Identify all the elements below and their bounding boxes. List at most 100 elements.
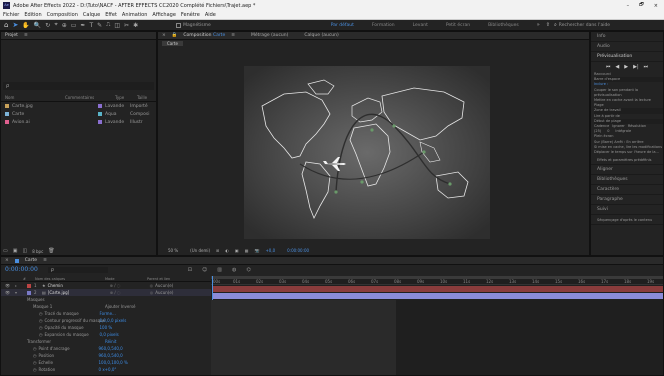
close-tab-icon[interactable]: × — [162, 33, 166, 38]
home-icon[interactable]: ⌂ — [4, 21, 8, 29]
col-name[interactable]: Nom — [5, 95, 65, 100]
puppet-tool-icon[interactable]: ✱ — [133, 22, 138, 29]
prop-row[interactable]: ◷ Expansion du masque 0,0 pixels — [1, 331, 211, 338]
eraser-tool-icon[interactable]: ◫ — [114, 22, 120, 29]
tracker-panel[interactable]: Suivi — [591, 205, 663, 216]
graph-editor-icon[interactable]: ⌬ — [246, 267, 250, 273]
ws-default[interactable]: Par défaut — [331, 23, 354, 28]
keyframe-area[interactable] — [211, 300, 396, 375]
layer-name[interactable]: Chemin — [48, 283, 110, 288]
maximize-button[interactable]: 🗗 — [639, 2, 644, 10]
parent-link-icon[interactable]: ◎ — [150, 283, 154, 288]
stamp-tool-icon[interactable]: ⎍ — [106, 21, 110, 29]
menu-animation[interactable]: Animation — [122, 12, 148, 18]
parent-link-icon[interactable]: ◎ — [150, 290, 154, 295]
grid-icon[interactable]: ⊞ — [216, 248, 219, 253]
libraries-panel[interactable]: Bibliothèques — [591, 175, 663, 186]
col-type[interactable]: Type — [115, 95, 137, 100]
hand-tool-icon[interactable]: ✋ — [22, 22, 29, 29]
stopwatch-icon[interactable]: ◷ — [33, 360, 37, 365]
layer-switches[interactable]: ⊕ / ◌ — [110, 283, 150, 288]
effects-panel[interactable]: Effets et paramètres prédéfinis — [591, 155, 663, 166]
prop-row[interactable]: ◷ Tracé du masque Forme... — [1, 310, 211, 317]
col-size[interactable]: Taille — [137, 95, 147, 100]
preview-panel[interactable]: Prévisualisation — [591, 52, 663, 62]
prop-row[interactable]: Masque 1 Ajouter Inversé — [1, 303, 211, 310]
exposure-value[interactable]: +0,0 — [265, 248, 275, 253]
project-tab[interactable]: Projet — [5, 33, 18, 38]
new-folder-icon[interactable]: ▣ — [13, 248, 18, 254]
stopwatch-icon[interactable]: ◷ — [33, 346, 37, 351]
selection-tool-icon[interactable]: ➤ — [12, 21, 18, 29]
roto-tool-icon[interactable]: ✂ — [124, 22, 129, 29]
transparency-icon[interactable]: ▦ — [245, 248, 249, 253]
prop-row[interactable]: ◷ Position 960,0,540,0 — [1, 352, 211, 359]
project-item[interactable]: Avion.ai Lavande Illustr — [1, 118, 156, 126]
sync-icon[interactable]: ⇪ — [546, 22, 550, 28]
rect-tool-icon[interactable]: ▭ — [71, 22, 77, 29]
stopwatch-icon[interactable]: ◷ — [33, 353, 37, 358]
comp-breadcrumb[interactable]: Carte — [162, 41, 183, 46]
content-aware-panel[interactable]: Séquençage d'après le contenu — [591, 215, 663, 226]
brush-tool-icon[interactable]: ✎ — [97, 22, 102, 29]
menu-fichier[interactable]: Fichier — [3, 12, 19, 18]
resolution-select[interactable]: (Un demi) — [190, 248, 210, 253]
col-comments[interactable]: Commentaires — [65, 95, 115, 100]
project-search-input[interactable]: ρ — [6, 83, 9, 89]
snap-checkbox[interactable] — [176, 22, 182, 28]
minimize-button[interactable]: – — [627, 3, 630, 9]
channel-icon[interactable]: ◐ — [225, 248, 229, 253]
play-icon[interactable]: ▶ — [624, 64, 628, 70]
stop-option-2[interactable]: Déplacer le temps sur l'heure de la... — [594, 150, 663, 155]
menu-aide[interactable]: Aide — [205, 12, 216, 18]
rotate-tool-icon[interactable]: ↻ — [45, 22, 50, 29]
stopwatch-icon[interactable]: ◷ — [39, 332, 43, 337]
project-item[interactable]: Carte.jpg Lavande Importé — [1, 102, 156, 110]
comp-viewer[interactable] — [244, 66, 490, 239]
visibility-icon[interactable]: 👁 — [5, 290, 15, 295]
project-item[interactable]: Carte Aqua Composi — [1, 110, 156, 118]
camera-tool-icon[interactable]: ⌖ — [54, 21, 57, 29]
camera-snapshot-icon[interactable]: 📷 — [254, 248, 259, 253]
prop-row[interactable]: ◷ Opacité du masque 100 % — [1, 324, 211, 331]
menu-composition[interactable]: Composition — [47, 12, 78, 18]
panel-menu-icon[interactable]: ≡ — [231, 33, 235, 38]
layer-switches[interactable]: ⊕ / ◌ — [110, 290, 150, 295]
bpc-label[interactable]: 8 bpc — [32, 249, 43, 254]
timeline-tab[interactable]: Carte — [25, 258, 37, 263]
project-search[interactable]: ρ — [3, 82, 154, 90]
layer-label-color[interactable] — [27, 290, 31, 295]
layer-name[interactable]: [Carte.jpg] — [48, 290, 110, 295]
layer-row[interactable]: 👁 ▸ 1 ★ Chemin ⊕ / ◌ ◎ Aucun(e) — [1, 282, 211, 289]
paragraph-panel[interactable]: Paragraphe — [591, 195, 663, 206]
trash-icon[interactable]: 🗑 — [48, 248, 54, 254]
last-frame-icon[interactable]: ⏭ — [644, 64, 649, 70]
prop-row[interactable]: Transformer Réinit — [1, 338, 211, 345]
search-help-icon[interactable]: ⌕ — [554, 22, 557, 28]
interpret-footage-icon[interactable]: ▭ — [3, 248, 8, 254]
panel-menu-icon[interactable]: ≡ — [43, 258, 47, 263]
zoom-select[interactable]: 50 % — [168, 248, 178, 253]
align-panel[interactable]: Aligner — [591, 165, 663, 176]
lock-icon[interactable]: 🔒 — [172, 33, 178, 38]
timeline-search[interactable]: ρ — [47, 266, 108, 273]
prev-frame-icon[interactable]: ◀ — [615, 64, 619, 70]
draft3d-icon[interactable]: ⊡ — [188, 267, 192, 273]
ws-levant[interactable]: Levant — [413, 23, 428, 28]
comp-timecode[interactable]: 0:00:00:00 — [287, 248, 309, 253]
menu-fenetre[interactable]: Fenêtre — [181, 12, 200, 18]
prop-row[interactable]: ◷ Rotation 0 x+0,0° — [1, 366, 211, 373]
new-comp-icon[interactable]: ◫ — [22, 248, 27, 254]
ws-petit-ecran[interactable]: Petit écran — [446, 23, 470, 28]
timeline-timecode[interactable]: 0:00:00:00 — [5, 266, 38, 273]
mute-checkbox[interactable]: Couper le son pendant la prévisualisatio… — [594, 88, 663, 98]
shy-icon[interactable]: ☺ — [202, 267, 207, 273]
panel-menu-icon[interactable]: ≡ — [24, 33, 28, 38]
search-help-input[interactable]: Rechercher dans l'aide — [559, 23, 610, 28]
info-panel[interactable]: Info — [591, 32, 663, 42]
visibility-icon[interactable]: 👁 — [5, 283, 15, 288]
stopwatch-icon[interactable]: ◷ — [33, 367, 37, 372]
character-panel[interactable]: Caractère — [591, 185, 663, 196]
more-workspaces-icon[interactable]: » — [537, 22, 540, 28]
first-frame-icon[interactable]: ⏮ — [606, 64, 611, 70]
